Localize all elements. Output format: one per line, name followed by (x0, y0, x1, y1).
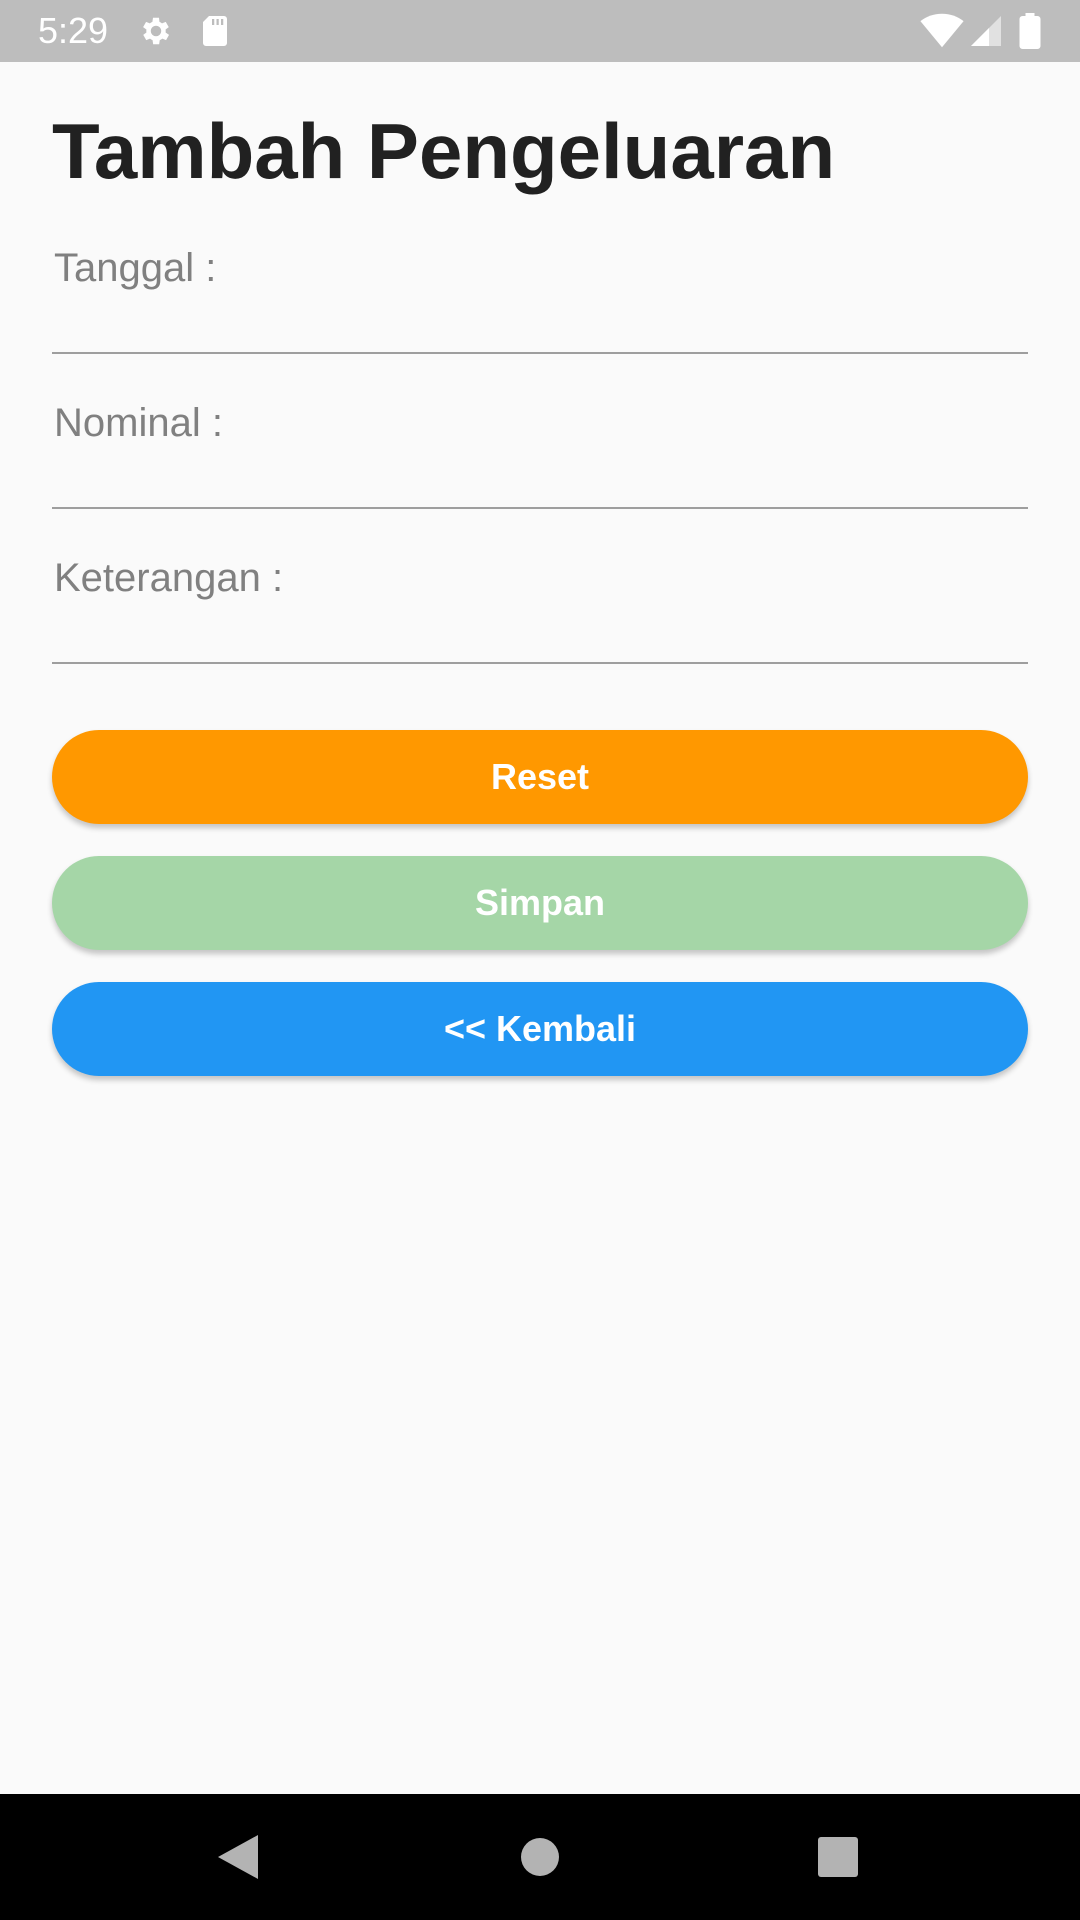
wifi-icon (920, 13, 964, 49)
nominal-input[interactable] (52, 457, 1032, 503)
sd-card-icon (197, 13, 233, 49)
nominal-field[interactable]: Nominal : (52, 399, 1032, 509)
cell-signal-icon (968, 13, 1004, 49)
status-bar: 5:29 (0, 0, 1080, 62)
kembali-button[interactable]: << Kembali (52, 982, 1028, 1076)
nominal-label: Nominal : (54, 401, 223, 445)
home-circle-icon[interactable] (508, 1825, 572, 1889)
navigation-bar (0, 1794, 1080, 1920)
gear-icon (138, 13, 174, 49)
app-screen: 5:29 Tambah Pengeluaran Tanggal : Nomina… (0, 0, 1080, 1920)
keterangan-input[interactable] (52, 612, 1032, 658)
battery-icon (1016, 13, 1044, 49)
keterangan-label: Keterangan : (54, 556, 284, 600)
simpan-button[interactable]: Simpan (52, 856, 1028, 950)
reset-button[interactable]: Reset (52, 730, 1028, 824)
tanggal-label: Tanggal : (54, 246, 217, 290)
page-title: Tambah Pengeluaran (52, 107, 836, 195)
back-triangle-icon[interactable] (208, 1825, 272, 1889)
recents-square-icon[interactable] (806, 1825, 870, 1889)
keterangan-field[interactable]: Keterangan : (52, 554, 1032, 664)
status-time: 5:29 (38, 10, 109, 51)
tanggal-input[interactable] (52, 302, 1032, 348)
tanggal-field[interactable]: Tanggal : (52, 244, 1032, 354)
